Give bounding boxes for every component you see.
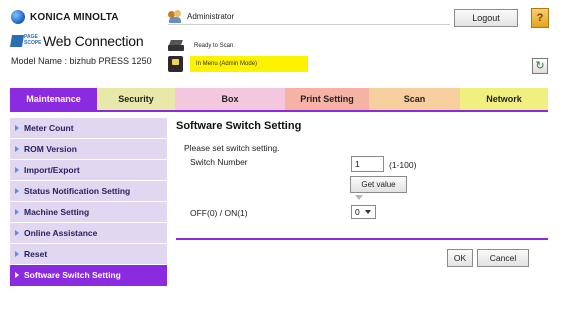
administrator-icon xyxy=(168,9,182,23)
chevron-down-icon xyxy=(364,210,371,214)
main-tabs: Maintenance Security Box Print Setting S… xyxy=(10,88,548,110)
switch-number-input[interactable] xyxy=(351,156,384,172)
sidebar-item-rom-version[interactable]: ROM Version xyxy=(10,139,167,159)
sidebar-item-status-notification[interactable]: Status Notification Setting xyxy=(10,181,167,201)
cancel-button[interactable]: Cancel xyxy=(477,249,529,267)
sidebar-item-label: ROM Version xyxy=(24,144,77,154)
brand-name: KONICA MINOLTA xyxy=(30,11,119,23)
sidebar-item-meter-count[interactable]: Meter Count xyxy=(10,118,167,138)
sidebar-item-label: Meter Count xyxy=(24,123,74,133)
tab-network[interactable]: Network xyxy=(460,88,548,110)
pagescope-logo: PAGE SCOPE Web Connection xyxy=(9,33,144,49)
sidebar-item-online-assistance[interactable]: Online Assistance xyxy=(10,223,167,243)
main-content: Software Switch Setting xyxy=(176,120,548,135)
header-divider xyxy=(168,24,450,25)
arrow-right-icon xyxy=(15,209,19,215)
arrow-right-icon xyxy=(15,146,19,152)
arrow-right-icon xyxy=(15,125,19,131)
page-title: Software Switch Setting xyxy=(176,120,302,132)
sidebar-item-label: Machine Setting xyxy=(24,207,90,217)
sidebar: Meter Count ROM Version Import/Export St… xyxy=(10,118,167,286)
logout-button[interactable]: Logout xyxy=(454,9,518,27)
tab-maintenance[interactable]: Maintenance xyxy=(10,88,97,110)
printer-icon xyxy=(168,40,184,52)
printer-status-row: Ready to Scan xyxy=(168,40,233,52)
sidebar-item-reset[interactable]: Reset xyxy=(10,244,167,264)
tab-underline xyxy=(10,110,548,112)
sidebar-item-label: Reset xyxy=(24,249,48,259)
sidebar-item-machine-setting[interactable]: Machine Setting xyxy=(10,202,167,222)
user-label: Administrator xyxy=(187,11,235,21)
sidebar-item-software-switch-setting[interactable]: Software Switch Setting xyxy=(10,265,167,285)
menu-status-row: In Menu (Admin Mode) xyxy=(168,56,308,72)
brand-logo: KONICA MINOLTA xyxy=(11,10,119,24)
arrow-right-icon xyxy=(15,230,19,236)
user-status: Administrator xyxy=(168,8,234,24)
tab-print-setting[interactable]: Print Setting xyxy=(285,88,369,110)
offon-label: OFF(0) / ON(1) xyxy=(190,208,248,218)
tab-scan[interactable]: Scan xyxy=(369,88,460,110)
sidebar-divider xyxy=(10,284,167,286)
menu-status-badge: In Menu (Admin Mode) xyxy=(190,56,308,72)
sidebar-item-label: Import/Export xyxy=(24,165,80,175)
content-divider xyxy=(176,238,548,240)
sidebar-item-import-export[interactable]: Import/Export xyxy=(10,160,167,180)
arrow-down-icon xyxy=(355,195,363,200)
ok-button[interactable]: OK xyxy=(447,249,473,267)
sidebar-item-label: Status Notification Setting xyxy=(24,186,131,196)
switch-number-label: Switch Number xyxy=(190,157,248,167)
offon-selected-value: 0 xyxy=(355,207,360,217)
printer-status-text: Ready to Scan xyxy=(194,43,234,49)
tab-box[interactable]: Box xyxy=(175,88,285,110)
pagescope-icon: PAGE SCOPE xyxy=(9,34,42,48)
arrow-right-icon xyxy=(15,167,19,173)
arrow-right-icon xyxy=(15,251,19,257)
sidebar-item-label: Online Assistance xyxy=(24,228,98,238)
arrow-right-icon xyxy=(15,188,19,194)
help-icon[interactable]: ? xyxy=(531,8,549,28)
get-value-button[interactable]: Get value xyxy=(350,176,407,193)
model-name: Model Name : bizhub PRESS 1250 xyxy=(11,56,152,66)
sidebar-item-label: Software Switch Setting xyxy=(24,270,121,280)
admin-mode-icon xyxy=(168,56,183,72)
tab-security[interactable]: Security xyxy=(97,88,175,110)
switch-number-range: (1-100) xyxy=(389,160,417,170)
refresh-icon[interactable]: ↻ xyxy=(532,58,548,74)
arrow-right-icon xyxy=(15,272,19,278)
offon-select[interactable]: 0 xyxy=(351,205,376,219)
konica-minolta-globe-icon xyxy=(11,10,25,24)
instruction-text: Please set switch setting. xyxy=(184,143,280,153)
app-title: Web Connection xyxy=(43,33,144,49)
